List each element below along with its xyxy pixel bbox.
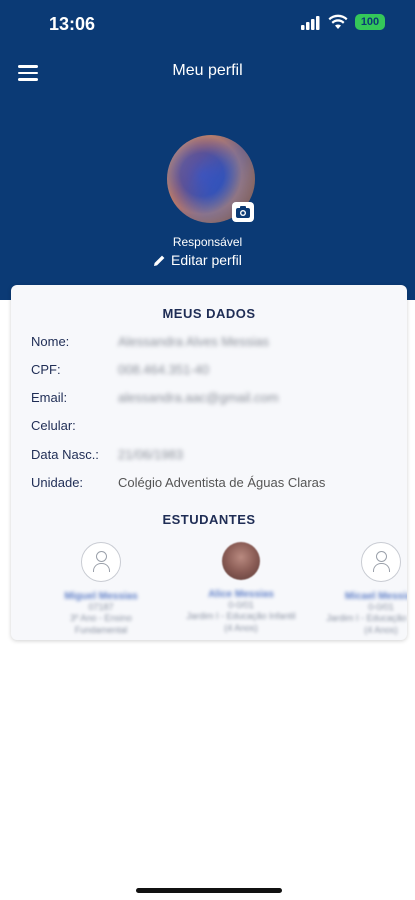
- field-label: Nome:: [31, 334, 70, 349]
- user-placeholder-icon: [361, 542, 401, 582]
- home-indicator[interactable]: [136, 888, 282, 893]
- estudantes-title: ESTUDANTES: [162, 512, 256, 527]
- camera-icon[interactable]: [232, 202, 254, 222]
- edit-profile-link[interactable]: Editar perfil: [153, 252, 242, 268]
- student-name: Alice Messias: [208, 589, 274, 600]
- field-label: Celular:: [31, 418, 76, 433]
- student-card[interactable]: Miguel Messias 07187 3º Ano - Ensino Fun…: [46, 542, 156, 636]
- user-placeholder-icon: [81, 542, 121, 582]
- battery-indicator: 100: [355, 14, 385, 30]
- student-card[interactable]: Micael Messias 0-0/01 Jardim I - Educaçã…: [326, 542, 407, 636]
- field-label: Data Nasc.:: [31, 447, 99, 462]
- student-grade: 3º Ano - Ensino Fundamental: [70, 613, 132, 635]
- status-time: 13:06: [49, 14, 96, 34]
- student-code: 0-0/01: [228, 600, 254, 610]
- student-code: 0-0/01: [368, 602, 394, 612]
- profile-role: Responsável: [172, 235, 243, 249]
- edit-profile-label: Editar perfil: [171, 252, 242, 268]
- student-name: Miguel Messias: [64, 591, 138, 602]
- student-code: 07187: [88, 602, 114, 612]
- app-top-bar: Meu perfil: [0, 52, 415, 92]
- field-label: CPF:: [31, 362, 61, 377]
- profile-data-card: MEUS DADOS Nome: Alessandra Alves Messia…: [11, 285, 407, 640]
- field-label: Unidade:: [31, 475, 84, 490]
- field-value: 21/06/1983: [118, 447, 184, 462]
- field-value: 008.464.351-40: [118, 362, 210, 377]
- student-avatar: [222, 542, 260, 580]
- student-name: Micael Messias: [344, 591, 407, 602]
- field-value: Alessandra Alves Messias: [118, 334, 270, 349]
- student-grade: Jardim I - Educação Infantil (4 Anos): [326, 613, 407, 635]
- status-bar: 13:06 100: [0, 0, 415, 46]
- profile-header: 13:06 100 Meu perfil Responsável Editar …: [0, 0, 415, 300]
- field-value: alessandra.aac@gmail.com: [118, 390, 279, 405]
- cellular-signal-icon: [301, 16, 320, 30]
- student-grade: Jardim I - Educação Infantil (4 Anos): [186, 611, 296, 633]
- meus-dados-title: MEUS DADOS: [162, 306, 256, 321]
- field-value: Colégio Adventista de Águas Claras: [118, 475, 326, 490]
- field-label: Email:: [31, 390, 68, 405]
- pencil-icon: [154, 255, 165, 266]
- wifi-icon: [328, 14, 348, 29]
- page-title: Meu perfil: [172, 62, 243, 79]
- student-card[interactable]: Alice Messias 0-0/01 Jardim I - Educação…: [186, 542, 296, 634]
